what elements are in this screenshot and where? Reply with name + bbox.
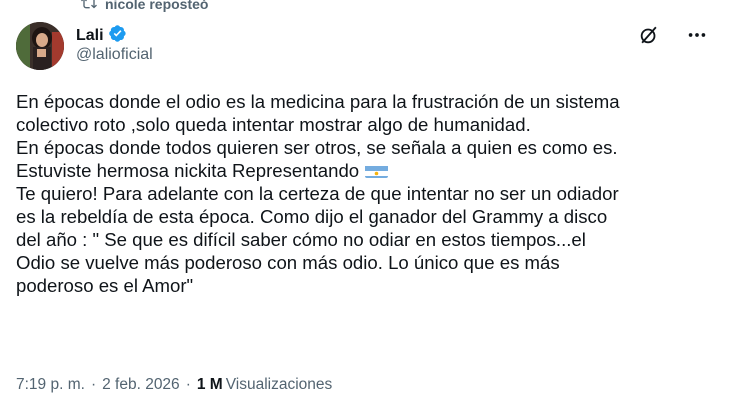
tweet-text-part1: En épocas donde el odio es la medicina p…	[16, 91, 620, 181]
author-name-row[interactable]: Lali	[76, 24, 127, 48]
tweet-text-part2: Te quiero! Para adelante con la certeza …	[16, 183, 619, 296]
repost-text: nicole reposteó	[105, 0, 209, 12]
more-icon[interactable]	[686, 24, 708, 51]
views-count: 1 M	[196, 376, 223, 393]
tweet-time[interactable]: 7:19 p. m.	[16, 376, 85, 394]
tweet-text: En épocas donde el odio es la medicina p…	[16, 90, 716, 297]
tweet-meta: 7:19 p. m. · 2 feb. 2026 · 1 M Visualiza…	[16, 376, 332, 394]
display-name[interactable]: Lali	[76, 27, 104, 45]
meta-separator: ·	[90, 376, 97, 393]
meta-separator: ·	[185, 376, 191, 393]
grok-icon[interactable]	[638, 24, 660, 51]
repost-icon	[81, 0, 97, 14]
verified-badge-icon	[108, 24, 127, 48]
repost-header[interactable]: nicole reposteó	[81, 0, 208, 14]
argentina-flag-icon	[365, 163, 389, 178]
views-label: Visualizaciones	[225, 376, 333, 393]
author-handle[interactable]: @lalioficial	[76, 46, 153, 64]
avatar[interactable]	[16, 22, 64, 70]
tweet-date[interactable]: 2 feb. 2026	[102, 376, 180, 394]
